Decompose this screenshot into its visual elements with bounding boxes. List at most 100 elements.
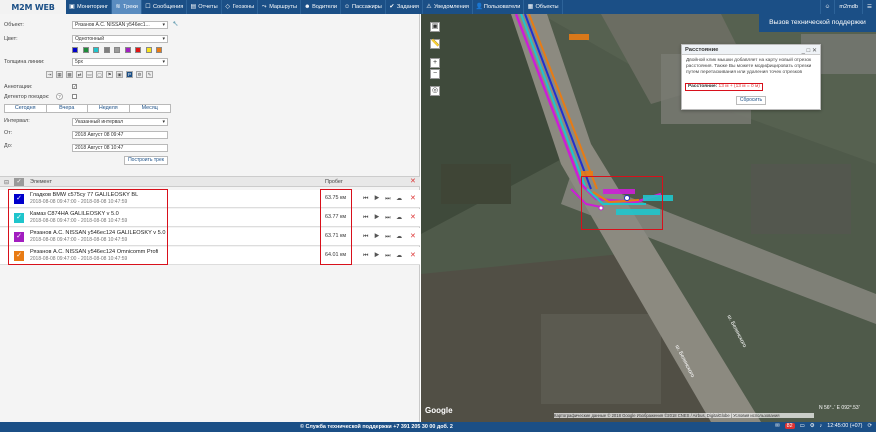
track-tool-icon[interactable]: ⇄: [76, 71, 83, 78]
color-swatch[interactable]: [135, 47, 141, 53]
track-tool-icon[interactable]: ✎: [146, 71, 153, 78]
color-label: Цвет:: [4, 36, 18, 42]
app-logo[interactable]: M2M WEB: [0, 0, 66, 14]
layers-icon[interactable]: ▣: [430, 22, 440, 32]
distance-popup: Расстояние _ □ ✕ Двойной клик мышки добав…: [681, 44, 821, 110]
annotations-label: Аннотации:: [4, 84, 33, 90]
mileage-column-header: Пробег: [325, 179, 343, 185]
passenger-icon: ☺: [343, 4, 351, 10]
tab-week[interactable]: Неделя: [87, 104, 130, 113]
track-tool-icon[interactable]: ▩: [66, 71, 73, 78]
playback-controls-icon[interactable]: ⏮ ▶ ⏭ ☁: [363, 233, 404, 241]
tab-today[interactable]: Сегодня: [4, 104, 47, 113]
refresh-icon[interactable]: ⟳: [867, 423, 872, 429]
object-select[interactable]: Рязанов А.С. NISSAN у546ес1... ▾: [72, 21, 168, 29]
track-tool-icon[interactable]: P: [126, 71, 133, 78]
nav-item-geofence[interactable]: ◇ Геозоны: [222, 0, 259, 14]
popup-controls-icon[interactable]: _ □ ✕: [802, 46, 817, 56]
tab-yesterday[interactable]: Вчера: [45, 104, 88, 113]
support-phone: © Служба технической поддержки +7 391 20…: [300, 424, 453, 430]
zoom-out-button[interactable]: −: [430, 69, 440, 79]
delete-icon[interactable]: ✕: [410, 213, 416, 221]
interval-label: Интервал:: [4, 118, 30, 124]
color-swatch[interactable]: [93, 47, 99, 53]
select-all-checkbox[interactable]: ✓: [14, 178, 24, 186]
highlight-box-tracks: [8, 189, 168, 265]
tab-month[interactable]: Месяц: [128, 104, 171, 113]
nav-item-task[interactable]: ✔ Задания: [386, 0, 423, 14]
color-swatch[interactable]: [114, 47, 120, 53]
playback-controls-icon[interactable]: ⏮ ▶ ⏭ ☁: [363, 252, 404, 260]
track-tool-icon[interactable]: ⚙: [136, 71, 143, 78]
nav-item-driver[interactable]: ☻ Водители: [301, 0, 341, 14]
object-label: Объект:: [4, 22, 24, 28]
chevron-down-icon: ▾: [162, 22, 165, 28]
track-tool-icon[interactable]: ▭: [86, 71, 93, 78]
nav-item-notification[interactable]: ⚠ Уведомления: [423, 0, 473, 14]
to-input[interactable]: 2018 Август 08 10:47: [72, 144, 168, 152]
nav-item-monitor[interactable]: ▣ Мониторинг: [66, 0, 113, 14]
nav-item-track[interactable]: ≋ Треки: [112, 0, 142, 14]
color-swatch[interactable]: [145, 47, 152, 53]
color-swatch[interactable]: [72, 47, 78, 53]
playback-controls-icon[interactable]: ⏮ ▶ ⏭ ☁: [363, 195, 404, 203]
zoom-in-button[interactable]: +: [430, 58, 440, 68]
from-input[interactable]: 2018 Август 08 09:47: [72, 131, 168, 139]
nav-item-route[interactable]: ⤳ Маршруты: [258, 0, 302, 14]
measure-icon[interactable]: 📏: [430, 39, 440, 49]
messages-icon[interactable]: ✉: [775, 423, 780, 429]
build-track-button[interactable]: Построить трек: [124, 156, 168, 165]
color-mode-select[interactable]: Однотонный ▾: [72, 35, 168, 43]
delete-icon[interactable]: ✕: [410, 194, 416, 202]
line-width-select[interactable]: 5px ▾: [72, 58, 168, 66]
help-icon[interactable]: ?: [56, 93, 63, 100]
delete-all-icon[interactable]: ✕: [410, 177, 416, 185]
track-icon: ≋: [115, 4, 121, 10]
color-swatch[interactable]: [156, 47, 162, 53]
highlight-box-map: [581, 176, 663, 230]
clock-time: 12:45:00 (+07): [827, 423, 863, 429]
delete-icon[interactable]: ✕: [410, 251, 416, 259]
color-swatch[interactable]: [124, 47, 131, 53]
settings-icon[interactable]: ⚙: [810, 423, 815, 429]
track-tool-icon[interactable]: ▢: [96, 71, 103, 78]
track-tool-icon[interactable]: ⇥: [46, 71, 53, 78]
from-label: От:: [4, 130, 13, 136]
color-swatch[interactable]: [82, 47, 89, 53]
top-navigation: M2M WEB ▣ Мониторинг ≋ Треки ☐ Сообщения ▤ Отче…: [0, 0, 876, 14]
locate-icon[interactable]: ◎: [430, 86, 440, 96]
delete-icon[interactable]: ✕: [410, 232, 416, 240]
track-tool-icon[interactable]: ⚑: [106, 71, 113, 78]
collapse-icon[interactable]: ⊟: [4, 179, 9, 186]
reset-button[interactable]: Сбросить: [736, 96, 766, 105]
nav-item-objects[interactable]: ▦ Объекты: [524, 0, 563, 14]
volume-icon[interactable]: ♪: [820, 423, 823, 429]
popup-title: Расстояние: [685, 47, 719, 53]
user-icon[interactable]: ☺: [819, 0, 835, 14]
track-tool-icon[interactable]: ▦: [56, 71, 63, 78]
interval-select[interactable]: Указанный интервал ▾: [72, 118, 168, 126]
message-icon: ☐: [145, 4, 151, 10]
color-swatch[interactable]: [103, 47, 110, 53]
element-column-header: Элемент: [30, 179, 52, 185]
distance-readout: Расстояние: 13 м + (13 м = 0 м): [685, 83, 763, 91]
username[interactable]: m2mdb: [834, 0, 862, 14]
notification-badge[interactable]: 82: [784, 423, 795, 429]
playback-controls-icon[interactable]: ⏮ ▶ ⏭ ☁: [363, 214, 404, 222]
geofence-icon: ◇: [225, 4, 230, 10]
coordinates-readout: N 56°..' E 092°.53': [819, 405, 860, 411]
nav-item-passenger[interactable]: ☺ Пассажиры: [341, 0, 386, 14]
annotations-checkbox[interactable]: ✓: [72, 84, 77, 89]
nav-item-report[interactable]: ▤ Отчеты: [187, 0, 222, 14]
highlight-box-mileage: [320, 189, 352, 265]
support-call-button[interactable]: Вызов технической поддержки: [759, 14, 876, 32]
chevron-down-icon: ▾: [162, 36, 165, 42]
monitor-icon[interactable]: ▭: [800, 423, 805, 429]
monitor-icon: ▣: [69, 4, 75, 10]
track-tool-icon[interactable]: ▣: [116, 71, 123, 78]
menu-icon[interactable]: ☰: [861, 0, 876, 14]
trip-detector-checkbox[interactable]: [72, 94, 77, 99]
wrench-icon[interactable]: 🔧: [172, 21, 179, 28]
nav-item-message[interactable]: ☐ Сообщения: [142, 0, 188, 14]
nav-item-users[interactable]: 👤 Пользователи: [473, 0, 525, 14]
